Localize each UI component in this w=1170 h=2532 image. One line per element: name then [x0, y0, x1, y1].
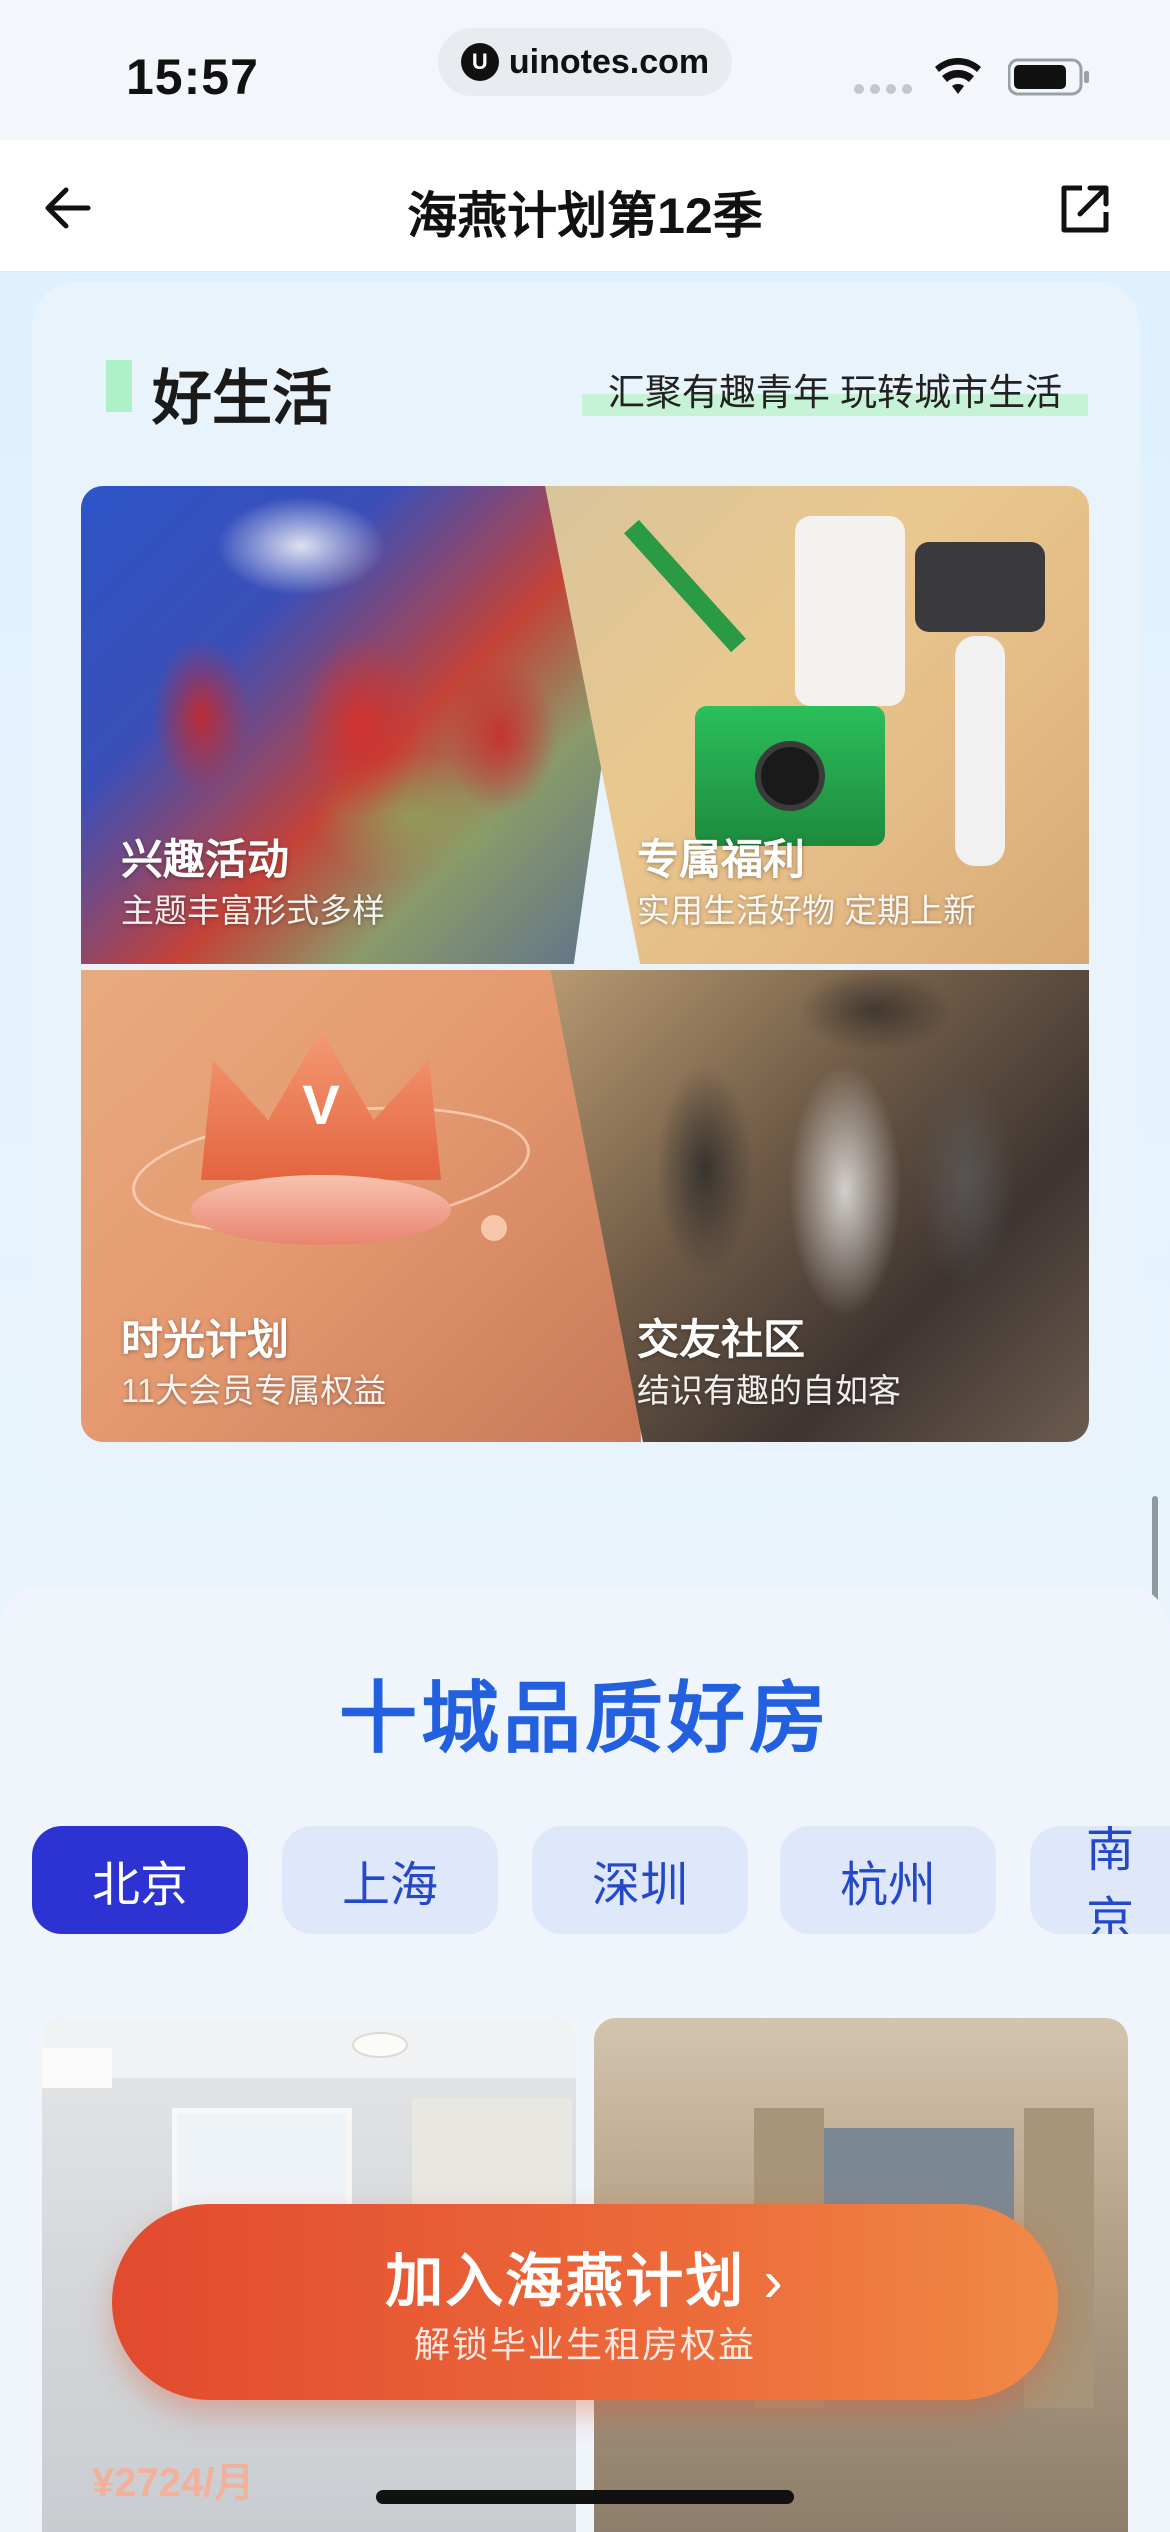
- camera-lens-image: [755, 741, 825, 811]
- planet-dot-decoration: [481, 1215, 507, 1241]
- city-tab-shenzhen[interactable]: 深圳: [532, 1826, 748, 1934]
- phone-gimbal-image: [915, 542, 1045, 632]
- tile-exclusive-benefits[interactable]: 专属福利 实用生活好物 定期上新: [545, 486, 1089, 964]
- cta-subtitle: 解锁毕业生租房权益: [413, 2324, 756, 2365]
- ceiling-lamp-image: [352, 2032, 408, 2058]
- city-tab-nanjing[interactable]: 南京: [1030, 1826, 1170, 1934]
- rooms-section-title: 十城品质好房: [338, 1674, 831, 1762]
- air-conditioner-image: [42, 2048, 112, 2088]
- home-indicator[interactable]: [376, 2490, 794, 2504]
- tile-subtitle: 实用生活好物 定期上新: [637, 892, 977, 929]
- tile-subtitle: 结识有趣的自如客: [637, 1372, 901, 1409]
- tile-title: 交友社区: [637, 1316, 806, 1363]
- gimbal-handle-image: [955, 636, 1005, 866]
- tile-title: 专属福利: [637, 836, 806, 883]
- room-ceiling: [42, 2018, 576, 2078]
- lanyard-image: [624, 519, 746, 653]
- section-slogan: 汇聚有趣青年 玩转城市生活: [607, 372, 1063, 413]
- share-external-icon[interactable]: [1056, 180, 1114, 238]
- tile-subtitle: 11大会员专属权益: [121, 1372, 387, 1409]
- city-tab-hangzhou[interactable]: 杭州: [780, 1826, 996, 1934]
- cellular-signal-icon: [854, 84, 912, 94]
- tile-time-plan[interactable]: V 时光计划 11大会员专属权益: [81, 970, 641, 1442]
- crown-v-mark: V: [302, 1073, 340, 1136]
- page-title: 海燕计划第12季: [407, 188, 763, 244]
- nav-bar: 海燕计划第12季: [0, 140, 1170, 272]
- section-title: 好生活: [152, 365, 332, 432]
- tile-interest-activities[interactable]: 兴趣活动 主题丰富形式多样: [81, 486, 641, 964]
- tile-subtitle: 主题丰富形式多样: [121, 892, 385, 929]
- room-price: ¥2724/月: [92, 2461, 255, 2505]
- url-pill[interactable]: U uinotes.com: [438, 28, 732, 96]
- tile-title: 兴趣活动: [121, 836, 290, 883]
- url-text: uinotes.com: [508, 42, 710, 81]
- join-plan-button[interactable]: 加入海燕计划 › 解锁毕业生租房权益: [112, 2204, 1058, 2400]
- cta-title: 加入海燕计划 ›: [112, 2234, 1058, 2318]
- tile-title: 时光计划: [121, 1316, 290, 1363]
- city-tab-shanghai[interactable]: 上海: [282, 1826, 498, 1934]
- site-logo-icon: U: [460, 43, 499, 81]
- section-title-marker: [106, 360, 132, 412]
- chevron-right-icon: ›: [763, 2249, 785, 2314]
- status-time: 15:57: [126, 49, 259, 105]
- wifi-icon: [935, 58, 981, 94]
- status-bar: 15:57 U uinotes.com: [0, 0, 1170, 140]
- crown-base-decoration: [191, 1175, 451, 1245]
- battery-icon: [1008, 58, 1089, 96]
- cta-title-text: 加入海燕计划: [385, 2249, 746, 2314]
- perfume-bottle-image: [795, 516, 905, 706]
- city-tab-beijing[interactable]: 北京: [32, 1826, 248, 1934]
